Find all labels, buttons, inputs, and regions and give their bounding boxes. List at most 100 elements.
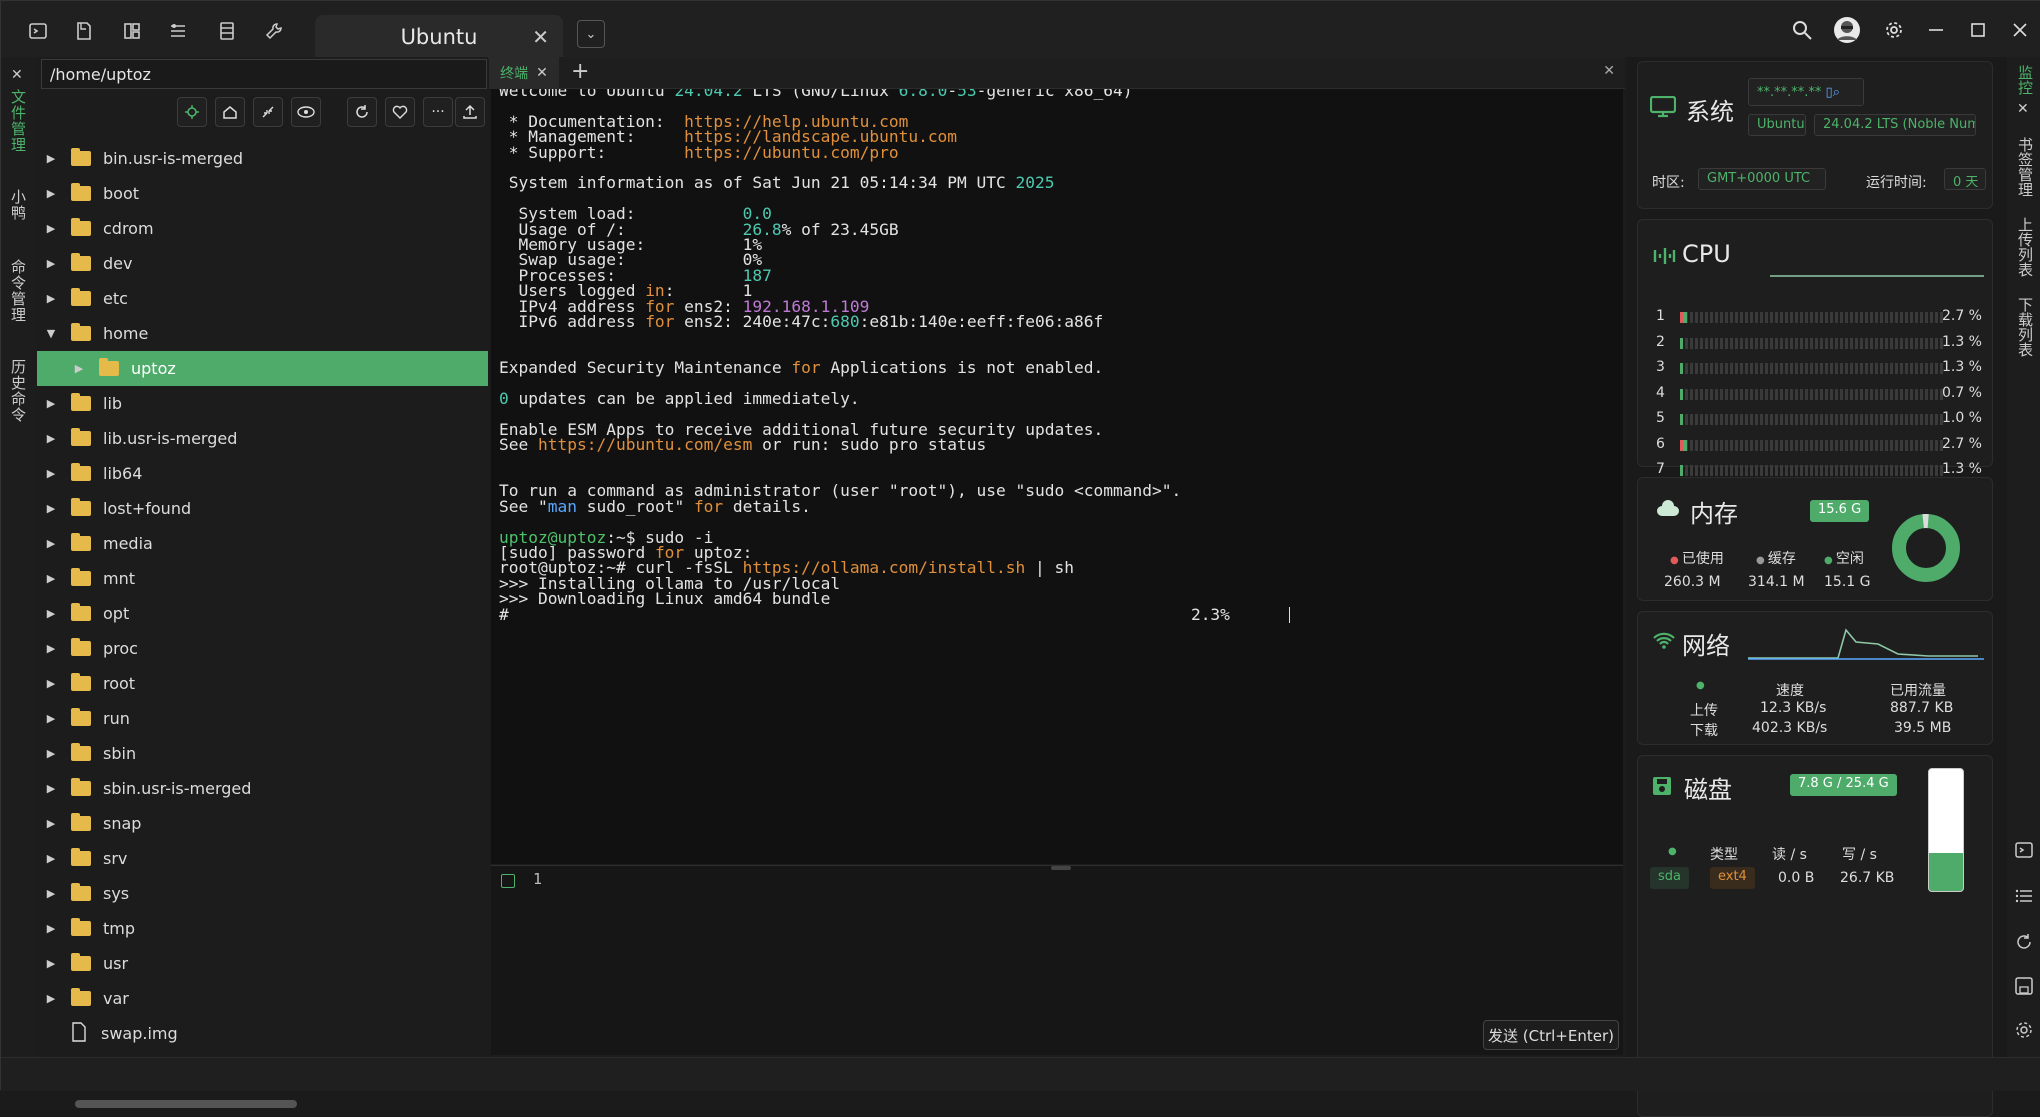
folder-item[interactable]: ▶ srv <box>37 841 488 876</box>
server-list-icon[interactable] <box>216 20 238 42</box>
chevron-right-icon[interactable]: ▶ <box>45 572 57 585</box>
tab-duck[interactable]: 小鸭 <box>8 189 29 221</box>
add-tab-icon[interactable]: + <box>571 59 589 84</box>
chevron-right-icon[interactable]: ▶ <box>45 747 57 760</box>
chevron-right-icon[interactable]: ▶ <box>45 187 57 200</box>
heart-icon[interactable] <box>385 97 415 127</box>
folder-item[interactable]: ▶ sbin.usr-is-merged <box>37 771 488 806</box>
tab-ubuntu[interactable]: Ubuntu ✕ <box>315 15 563 59</box>
terminal-icon[interactable] <box>27 20 49 42</box>
chevron-right-icon[interactable]: ▶ <box>45 257 57 270</box>
folder-item[interactable]: ▶ lib64 <box>37 456 488 491</box>
folder-item[interactable]: ▶ lost+found <box>37 491 488 526</box>
home-icon[interactable] <box>215 97 245 127</box>
folder-item[interactable]: ▶ opt <box>37 596 488 631</box>
path-input[interactable]: /home/uptoz <box>41 59 487 89</box>
folder-item[interactable]: ▶ tmp <box>37 911 488 946</box>
tab-monitor[interactable]: 监控 <box>2015 65 2036 95</box>
gear-icon[interactable] <box>2015 1021 2033 1043</box>
maximize-icon[interactable] <box>1963 15 1993 45</box>
folder-item[interactable]: ▶ dev <box>37 246 488 281</box>
folder-item[interactable]: ▶ uptoz <box>37 351 488 386</box>
chevron-right-icon[interactable]: ▶ <box>45 677 57 690</box>
chevron-right-icon[interactable]: ▶ <box>73 362 85 375</box>
tab-history[interactable]: 历史命令 <box>8 359 29 423</box>
refresh-icon[interactable] <box>347 97 377 127</box>
close-icon[interactable]: ✕ <box>1603 63 1615 79</box>
folder-item[interactable]: ▶ var <box>37 981 488 1016</box>
save-icon[interactable] <box>2015 977 2033 999</box>
chevron-right-icon[interactable]: ▶ <box>45 887 57 900</box>
close-icon[interactable]: ✕ <box>2017 101 2029 117</box>
layout-icon[interactable] <box>121 20 143 42</box>
chevron-down-icon[interactable]: ▼ <box>45 327 57 340</box>
file-icon[interactable] <box>73 20 95 42</box>
command-input-area[interactable]: 1 <box>491 865 1623 1055</box>
chevron-right-icon[interactable]: ▶ <box>45 502 57 515</box>
close-window-icon[interactable] <box>2005 15 2035 45</box>
avatar[interactable] <box>1831 15 1863 45</box>
ip-badge[interactable]: **.**.**.** ▯⌕ <box>1748 78 1864 106</box>
file-item[interactable]: swap.img <box>37 1016 488 1051</box>
folder-item[interactable]: ▶ sbin <box>37 736 488 771</box>
folder-item[interactable]: ▶ boot <box>37 176 488 211</box>
chevron-right-icon[interactable]: ▶ <box>45 607 57 620</box>
close-icon[interactable]: ✕ <box>536 65 548 81</box>
list-icon[interactable] <box>2015 887 2033 909</box>
wrench-icon[interactable] <box>263 20 285 42</box>
chevron-right-icon[interactable]: ▶ <box>45 642 57 655</box>
folder-item[interactable]: ▶ lib <box>37 386 488 421</box>
gear-icon[interactable] <box>1879 15 1909 45</box>
tab-download-list[interactable]: 下载列表 <box>2015 297 2036 357</box>
chevron-right-icon[interactable]: ▶ <box>45 957 57 970</box>
tab-command-manager[interactable]: 命令管理 <box>8 259 29 323</box>
minimize-icon[interactable] <box>1921 15 1951 45</box>
tab-file-manager[interactable]: 文件管理 <box>8 89 29 153</box>
folder-item[interactable]: ▼ home <box>37 316 488 351</box>
folder-item[interactable]: ▶ mnt <box>37 561 488 596</box>
tab-terminal[interactable]: 终端 ✕ <box>489 57 559 89</box>
send-button[interactable]: 发送 (Ctrl+Enter) <box>1483 1020 1619 1050</box>
folder-item[interactable]: ▶ run <box>37 701 488 736</box>
folder-item[interactable]: ▶ cdrom <box>37 211 488 246</box>
chevron-right-icon[interactable]: ▶ <box>45 467 57 480</box>
tree-icon[interactable] <box>167 20 189 42</box>
folder-item[interactable]: ▶ etc <box>37 281 488 316</box>
chevron-right-icon[interactable]: ▶ <box>45 782 57 795</box>
locate-icon[interactable] <box>177 97 207 127</box>
upload-icon[interactable] <box>455 97 485 127</box>
chevron-right-icon[interactable]: ▶ <box>45 292 57 305</box>
close-icon[interactable]: ✕ <box>532 25 549 49</box>
chevron-right-icon[interactable]: ▶ <box>45 432 57 445</box>
chevron-right-icon[interactable]: ▶ <box>45 222 57 235</box>
folder-item[interactable]: ▶ sys <box>37 876 488 911</box>
folder-item[interactable]: ▶ proc <box>37 631 488 666</box>
folder-item[interactable]: ▶ root <box>37 666 488 701</box>
folder-item[interactable]: ▶ snap <box>37 806 488 841</box>
chevron-right-icon[interactable]: ▶ <box>45 817 57 830</box>
terminal-output[interactable]: Welcome to Ubuntu 24.04.2 LTS (GNU/Linux… <box>491 89 1623 864</box>
tab-upload-list[interactable]: 上传列表 <box>2015 217 2036 277</box>
folder-item[interactable]: ▶ bin.usr-is-merged <box>37 141 488 176</box>
folder-item[interactable]: ▶ lib.usr-is-merged <box>37 421 488 456</box>
close-icon[interactable]: ✕ <box>11 67 23 83</box>
refresh-icon[interactable] <box>2015 933 2033 955</box>
copy-search-icon[interactable]: ▯⌕ <box>1826 85 1840 100</box>
folder-item[interactable]: ▶ media <box>37 526 488 561</box>
collapse-icon[interactable] <box>253 97 283 127</box>
tab-bookmarks[interactable]: 书签管理 <box>2015 137 2036 197</box>
chevron-right-icon[interactable]: ▶ <box>45 537 57 550</box>
chevron-right-icon[interactable]: ▶ <box>45 992 57 1005</box>
eye-icon[interactable] <box>291 97 321 127</box>
search-icon[interactable] <box>1787 15 1817 45</box>
terminal-icon[interactable] <box>2015 841 2033 863</box>
horizontal-scrollbar[interactable] <box>75 1100 297 1108</box>
chevron-down-icon[interactable]: ⌄ <box>577 20 605 48</box>
chevron-right-icon[interactable]: ▶ <box>45 922 57 935</box>
chevron-right-icon[interactable]: ▶ <box>45 712 57 725</box>
resize-handle[interactable] <box>1051 866 1071 870</box>
chevron-right-icon[interactable]: ▶ <box>45 397 57 410</box>
folder-item[interactable]: ▶ usr <box>37 946 488 981</box>
chevron-right-icon[interactable]: ▶ <box>45 852 57 865</box>
chevron-right-icon[interactable]: ▶ <box>45 152 57 165</box>
